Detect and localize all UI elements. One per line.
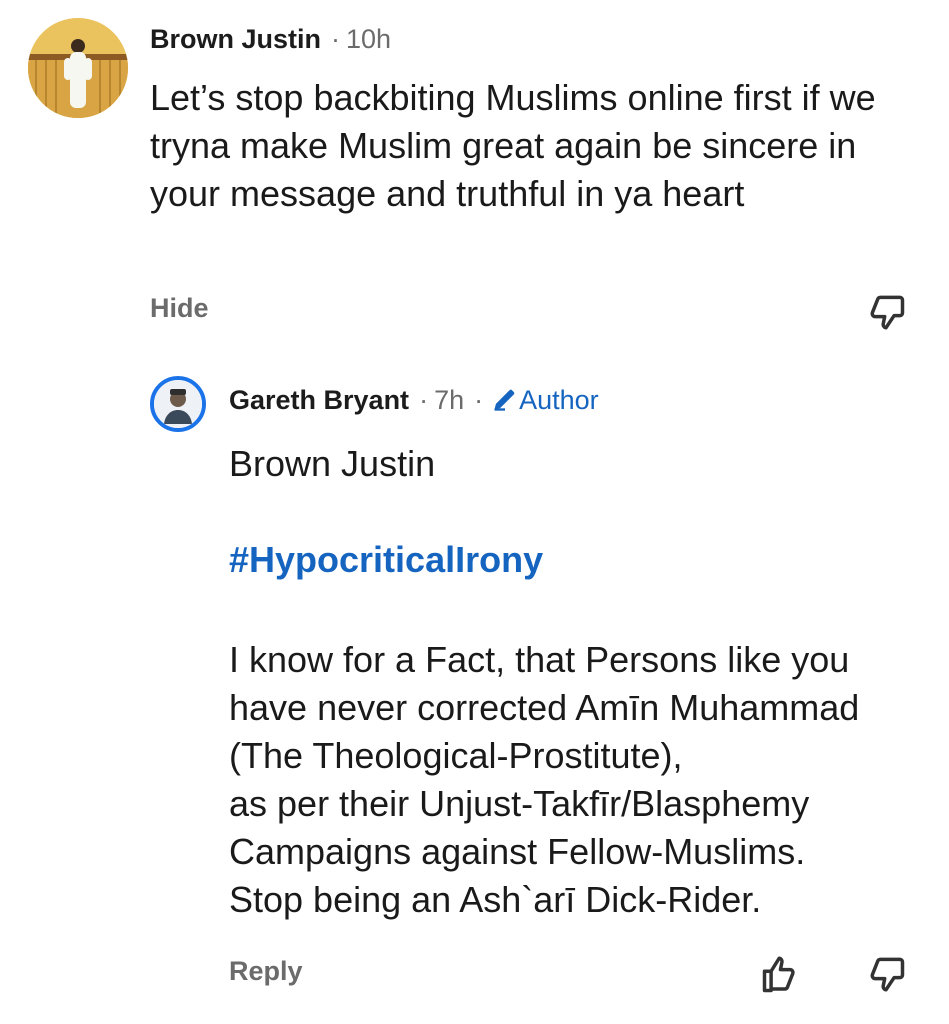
pencil-icon — [494, 389, 515, 411]
reply-text-line: I know for a Fact, that Persons like you — [229, 639, 850, 680]
hashtag-link[interactable]: #HypocriticalIrony — [229, 536, 543, 584]
reply-text-line: as per their Unjust-Takfīr/Blasphemy — [229, 783, 810, 824]
meta-separator: · — [474, 385, 484, 415]
avatar[interactable] — [28, 18, 128, 118]
reply-text: I know for a Fact, that Persons like you… — [229, 636, 929, 924]
dislike-button[interactable] — [864, 952, 908, 996]
reply-mention[interactable]: Brown Justin — [229, 440, 435, 488]
comment-time: 10h — [346, 24, 392, 54]
reply-time: 7h — [434, 385, 465, 415]
reply-button[interactable]: Reply — [229, 953, 303, 989]
dislike-button[interactable] — [864, 290, 908, 334]
reply-text-line: Campaigns against Fellow-Muslims. — [229, 831, 806, 872]
reply-text-line: Stop being an Ash`arī Dick-Rider. — [229, 879, 762, 920]
reply-meta: Gareth Bryant · 7h · Author — [229, 382, 599, 418]
meta-separator: · — [331, 24, 341, 54]
author-badge: Author — [519, 385, 599, 415]
hide-button[interactable]: Hide — [150, 290, 209, 326]
comment-meta: Brown Justin · 10h — [150, 22, 391, 56]
comment-text: Let’s stop backbiting Muslims online fir… — [150, 77, 876, 214]
thumbs-up-icon — [762, 956, 795, 993]
thumbs-down-icon — [870, 295, 905, 330]
comment-author[interactable]: Brown Justin — [150, 24, 321, 54]
user-photo-avatar-icon — [28, 18, 128, 118]
reply-avatar[interactable] — [150, 376, 206, 432]
reply-text-line: have never corrected Amīn Muhammad — [229, 687, 860, 728]
reply-text-line: (The Theological-Prostitute), — [229, 735, 683, 776]
user-photo-avatar-icon — [154, 380, 202, 428]
comment-thread: Brown Justin · 10h Let’s stop backbiting M… — [0, 0, 949, 1024]
meta-separator: · — [419, 385, 429, 415]
thumbs-down-icon — [870, 957, 905, 992]
like-button[interactable] — [759, 952, 803, 996]
reply-author[interactable]: Gareth Bryant — [229, 385, 409, 415]
